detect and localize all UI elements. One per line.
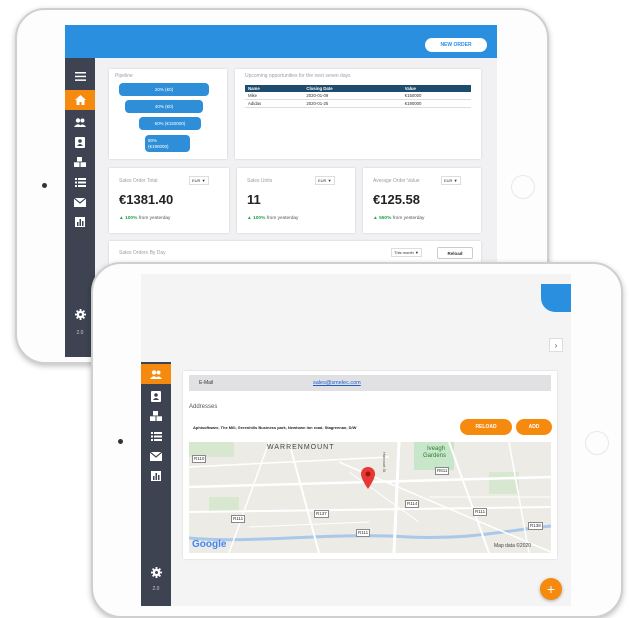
pipeline-stage[interactable]: 80% (€190000) bbox=[145, 135, 190, 152]
addresses-title: Addresses bbox=[189, 404, 218, 410]
list-icon[interactable] bbox=[141, 426, 171, 446]
reload-button[interactable]: Reload bbox=[437, 247, 473, 259]
kpi-label: Sales Units bbox=[247, 178, 273, 184]
new-order-button[interactable]: NEW ORDER bbox=[425, 38, 487, 52]
users-icon[interactable] bbox=[141, 364, 171, 384]
pipeline-stage[interactable]: 40% (€0) bbox=[125, 100, 203, 113]
pipeline-card: Pipeline 20% (€0) 40% (€0) 50% (€150000)… bbox=[109, 69, 227, 159]
currency-select[interactable]: EUR ▼ bbox=[315, 176, 335, 185]
table-cell: 2020-01-09 bbox=[303, 92, 402, 100]
contacts-icon[interactable] bbox=[65, 132, 95, 152]
front-header-stub bbox=[541, 284, 571, 312]
road-label: R111 bbox=[356, 529, 371, 537]
table-cell: 2020-01-25 bbox=[303, 99, 402, 108]
home-icon[interactable] bbox=[65, 90, 95, 110]
kpi-change: ▲ 550% from yesterday bbox=[373, 216, 425, 221]
column-header: Value bbox=[401, 85, 471, 92]
kpi-card-sales-units: Sales Units EUR ▼ 11 ▲ 100% from yesterd… bbox=[237, 168, 355, 233]
front-screen: › 2.0 E-Mail sales@smelec.com Addresses … bbox=[141, 274, 571, 606]
email-label: E-Mail bbox=[199, 380, 214, 386]
front-camera bbox=[118, 439, 123, 444]
address-line: Aphisoftware, The Mill, Greenhills Busin… bbox=[193, 425, 357, 430]
road-label: R137 bbox=[314, 510, 329, 518]
contacts-icon[interactable] bbox=[141, 386, 171, 406]
mail-icon[interactable] bbox=[65, 192, 95, 212]
opportunities-card: Upcoming opportunities for the next seve… bbox=[235, 69, 481, 159]
kpi-label: Sales Order Total bbox=[119, 178, 158, 184]
email-link[interactable]: sales@smelec.com bbox=[313, 380, 361, 386]
users-icon[interactable] bbox=[65, 112, 95, 132]
back-camera bbox=[42, 183, 47, 188]
pipeline-stage[interactable]: 20% (€0) bbox=[119, 83, 209, 96]
reload-address-button[interactable]: RELOAD bbox=[460, 419, 512, 435]
products-icon[interactable] bbox=[65, 152, 95, 172]
list-icon[interactable] bbox=[65, 172, 95, 192]
opportunities-table: Name Closing Date Value Mike 2020-01-09 … bbox=[245, 85, 471, 108]
mail-icon[interactable] bbox=[141, 446, 171, 466]
chevron-down-icon: ▼ bbox=[414, 250, 419, 255]
table-cell: €190000 bbox=[401, 99, 471, 108]
road-label: R111 bbox=[231, 515, 246, 523]
front-home-button[interactable] bbox=[585, 431, 609, 455]
up-arrow-icon: ▲ bbox=[373, 216, 378, 221]
table-cell: Adidas bbox=[245, 99, 304, 108]
opportunities-title: Upcoming opportunities for the next seve… bbox=[245, 73, 351, 79]
map-attribution: Map data ©2020 bbox=[494, 543, 532, 549]
table-cell: Mike bbox=[245, 92, 304, 100]
add-fab-button[interactable]: + bbox=[540, 578, 562, 600]
column-header: Closing Date bbox=[303, 85, 402, 92]
gear-icon[interactable] bbox=[141, 562, 171, 582]
road-label: R110 bbox=[192, 455, 207, 463]
map-park-label: Gardens bbox=[423, 453, 447, 459]
kpi-change: ▲ 100% from yesterday bbox=[119, 216, 171, 221]
reports-icon[interactable] bbox=[141, 466, 171, 486]
scroll-right-chevron-icon[interactable]: › bbox=[549, 338, 563, 352]
kpi-value: €125.58 bbox=[373, 192, 420, 207]
table-cell: €150000 bbox=[401, 92, 471, 100]
google-logo: Google bbox=[192, 539, 227, 550]
road-label: R811 bbox=[435, 467, 450, 475]
front-tablet: › 2.0 E-Mail sales@smelec.com Addresses … bbox=[91, 262, 623, 618]
chart-title: Sales Orders By Day bbox=[119, 250, 166, 256]
products-icon[interactable] bbox=[141, 406, 171, 426]
road-label: R114 bbox=[405, 500, 420, 508]
period-select[interactable]: This month ▼ bbox=[391, 248, 422, 257]
table-row[interactable]: Mike 2020-01-09 €150000 bbox=[245, 92, 471, 100]
add-address-button[interactable]: ADD bbox=[516, 419, 552, 435]
up-arrow-icon: ▲ bbox=[119, 216, 124, 221]
road-label: R138 bbox=[528, 522, 543, 530]
kpi-change: ▲ 100% from yesterday bbox=[247, 216, 299, 221]
email-row: E-Mail sales@smelec.com bbox=[189, 375, 551, 391]
map-area-label: WARRENMOUNT bbox=[267, 444, 335, 451]
menu-icon[interactable] bbox=[65, 66, 95, 86]
kpi-card-sales-total: Sales Order Total EUR ▼ €1381.40 ▲ 100% … bbox=[109, 168, 229, 233]
chevron-down-icon: ▼ bbox=[453, 178, 458, 183]
map-street-label: Harcourt St bbox=[382, 452, 387, 473]
pipeline-stage[interactable]: 50% (€150000) bbox=[139, 117, 201, 130]
reports-icon[interactable] bbox=[65, 212, 95, 232]
kpi-value: €1381.40 bbox=[119, 192, 174, 207]
currency-select[interactable]: EUR ▼ bbox=[441, 176, 461, 185]
chevron-down-icon: ▼ bbox=[327, 178, 332, 183]
version-label: 2.0 bbox=[152, 586, 160, 592]
top-header: NEW ORDER bbox=[65, 25, 497, 58]
customer-detail-card: E-Mail sales@smelec.com Addresses Aphiso… bbox=[183, 371, 557, 559]
back-home-button[interactable] bbox=[511, 175, 535, 199]
kpi-label: Average Order Value bbox=[373, 178, 420, 184]
map-pin-icon[interactable] bbox=[361, 467, 375, 489]
up-arrow-icon: ▲ bbox=[247, 216, 252, 221]
sidebar: 2.0 bbox=[141, 362, 171, 606]
table-row[interactable]: Adidas 2020-01-25 €190000 bbox=[245, 99, 471, 108]
road-label: R111 bbox=[473, 508, 488, 516]
chevron-down-icon: ▼ bbox=[201, 178, 206, 183]
pipeline-title: Pipeline bbox=[115, 73, 133, 79]
map-park-label: Iveagh bbox=[427, 446, 446, 452]
address-map[interactable]: WARRENMOUNT Iveagh Gardens Harcourt St R… bbox=[189, 442, 551, 553]
column-header: Name bbox=[245, 85, 304, 92]
kpi-value: 11 bbox=[247, 192, 261, 207]
currency-select[interactable]: EUR ▼ bbox=[189, 176, 209, 185]
kpi-card-average-order: Average Order Value EUR ▼ €125.58 ▲ 550%… bbox=[363, 168, 481, 233]
